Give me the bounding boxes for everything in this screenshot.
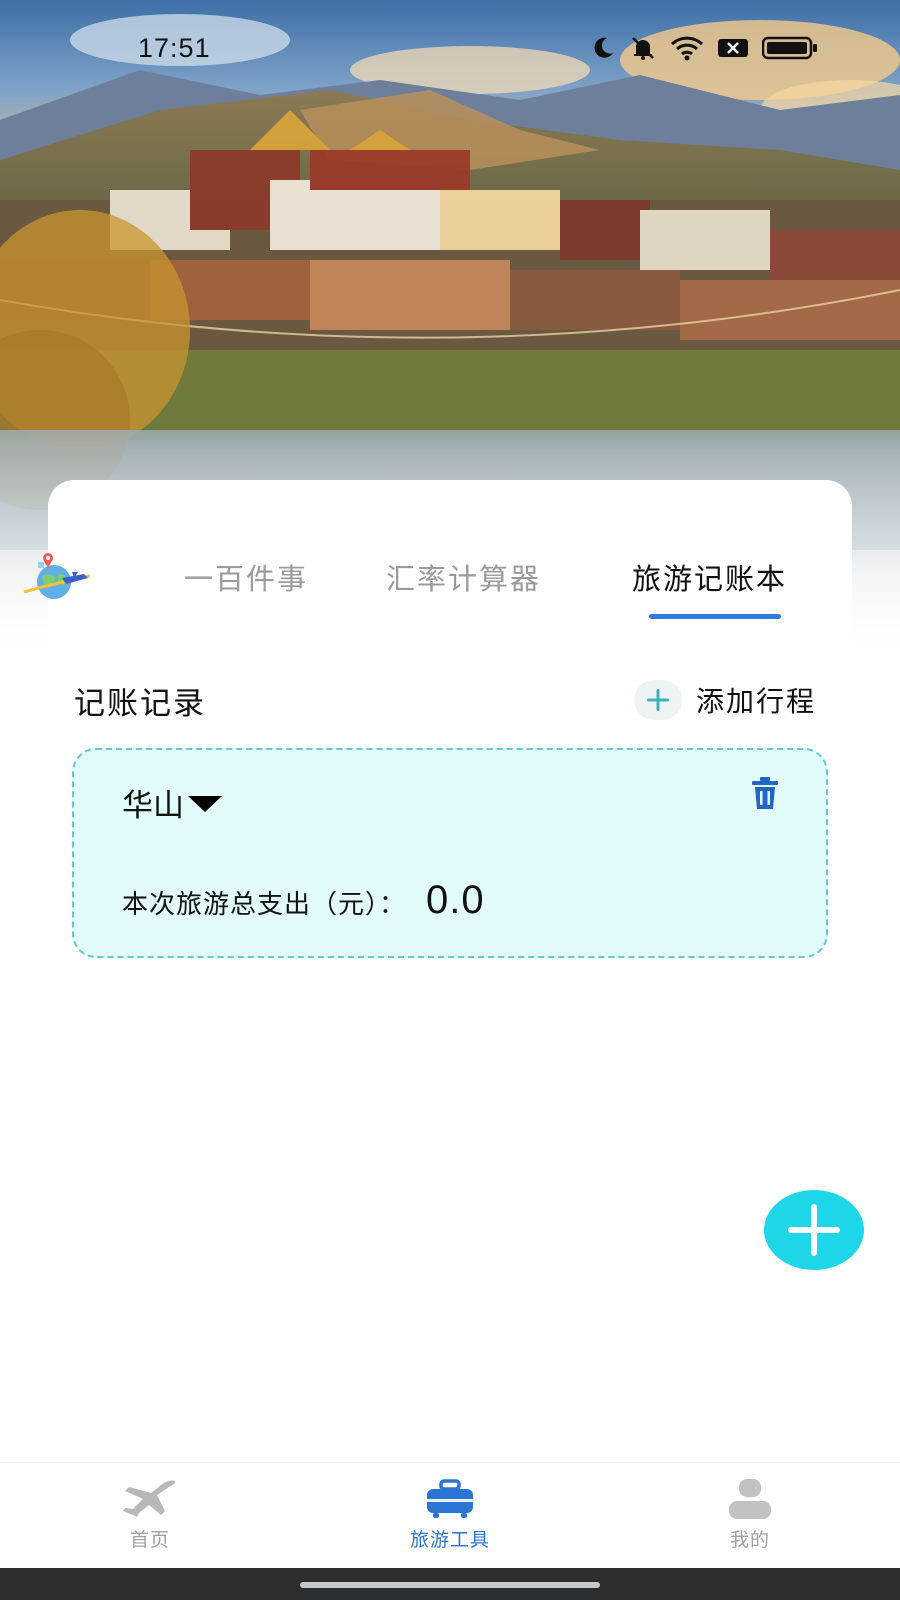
tab-travel-ledger[interactable]: 旅游记账本: [632, 556, 787, 598]
battery-icon: [762, 36, 817, 60]
globe-airplane-logo-icon: [23, 553, 91, 599]
tab-active-indicator: [649, 614, 781, 619]
moon-icon: [594, 37, 613, 58]
nav-item-profile[interactable]: 我的: [670, 1463, 830, 1569]
airplane-icon: [123, 1480, 176, 1517]
expense-row: 本次旅游总支出（元）： 0.0: [122, 878, 485, 923]
trip-selector[interactable]: 华山: [122, 780, 224, 825]
trash-icon[interactable]: [750, 776, 780, 810]
bottom-nav: 首页 旅游工具 我的: [0, 1462, 900, 1568]
suitcase-icon: [427, 1479, 473, 1518]
nav-label-profile: 我的: [729, 1529, 770, 1551]
user-icon: [729, 1479, 771, 1519]
status-bar: 17:51: [0, 0, 900, 96]
nav-label-home: 首页: [129, 1529, 170, 1551]
tab-hundred-things[interactable]: 一百件事: [184, 556, 308, 598]
expense-value: 0.0: [426, 878, 485, 922]
system-gesture-bar: [0, 1568, 900, 1600]
plus-icon: [634, 680, 682, 720]
nav-item-travel-tools[interactable]: 旅游工具: [370, 1463, 530, 1569]
trip-card[interactable]: 华山 本次旅游总支出（元）： 0.0: [72, 748, 828, 958]
section-title: 记账记录: [74, 686, 206, 722]
expense-label: 本次旅游总支出（元）：: [122, 890, 407, 920]
sim-x-icon: [718, 39, 748, 57]
trip-name: 华山: [122, 788, 184, 824]
add-fab-button[interactable]: [764, 1190, 864, 1270]
home-indicator[interactable]: [300, 1582, 600, 1588]
status-icons: [590, 35, 818, 61]
wifi-icon: [670, 36, 704, 61]
status-time: 17:51: [138, 32, 211, 63]
nav-label-travel-tools: 旅游工具: [409, 1529, 490, 1551]
plus-icon: [788, 1204, 840, 1256]
caret-down-icon: [188, 795, 222, 812]
add-trip-button[interactable]: 添加行程: [634, 679, 816, 721]
tab-exchange-calculator[interactable]: 汇率计算器: [386, 556, 541, 598]
bell-muted-icon: [632, 37, 654, 60]
nav-item-home[interactable]: 首页: [70, 1463, 230, 1569]
add-trip-label: 添加行程: [696, 685, 817, 718]
